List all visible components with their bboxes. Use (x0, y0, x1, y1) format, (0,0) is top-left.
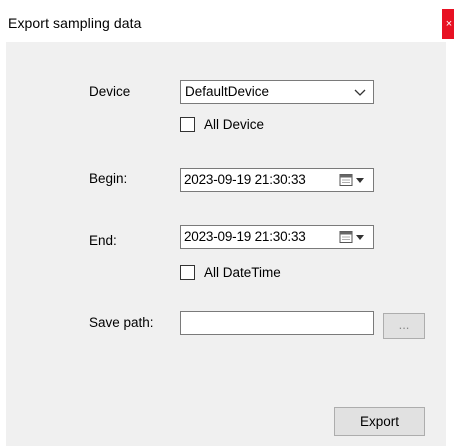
device-value: DefaultDevice (185, 84, 270, 99)
all-device-label: All Device (204, 117, 265, 132)
begin-datetime-picker[interactable]: 2023-09-19 21:30:33 (180, 168, 374, 192)
calendar-dropdown-icon[interactable] (339, 230, 369, 245)
title-bar: Export sampling data × (0, 0, 454, 42)
device-label: Device (89, 84, 131, 99)
all-device-checkbox[interactable] (180, 117, 195, 132)
save-path-label: Save path: (89, 315, 154, 330)
end-datetime-picker[interactable]: 2023-09-19 21:30:33 (180, 225, 374, 249)
all-datetime-label: All DateTime (204, 265, 281, 280)
device-dropdown[interactable]: DefaultDevice (180, 80, 374, 104)
close-button[interactable]: × (442, 9, 454, 39)
save-path-input[interactable] (180, 311, 374, 335)
end-value: 2023-09-19 21:30:33 (184, 229, 306, 244)
window-title: Export sampling data (8, 15, 142, 31)
begin-value: 2023-09-19 21:30:33 (184, 172, 306, 187)
all-datetime-checkbox[interactable] (180, 265, 195, 280)
calendar-dropdown-icon[interactable] (339, 173, 369, 188)
dialog-body: Device DefaultDevice All Device Begin: 2… (6, 42, 446, 446)
chevron-down-icon (354, 89, 366, 96)
export-button[interactable]: Export (334, 407, 425, 436)
end-label: End: (89, 233, 117, 248)
close-icon[interactable]: × (446, 18, 452, 30)
begin-label: Begin: (89, 171, 128, 186)
browse-button[interactable]: ... (383, 313, 425, 339)
